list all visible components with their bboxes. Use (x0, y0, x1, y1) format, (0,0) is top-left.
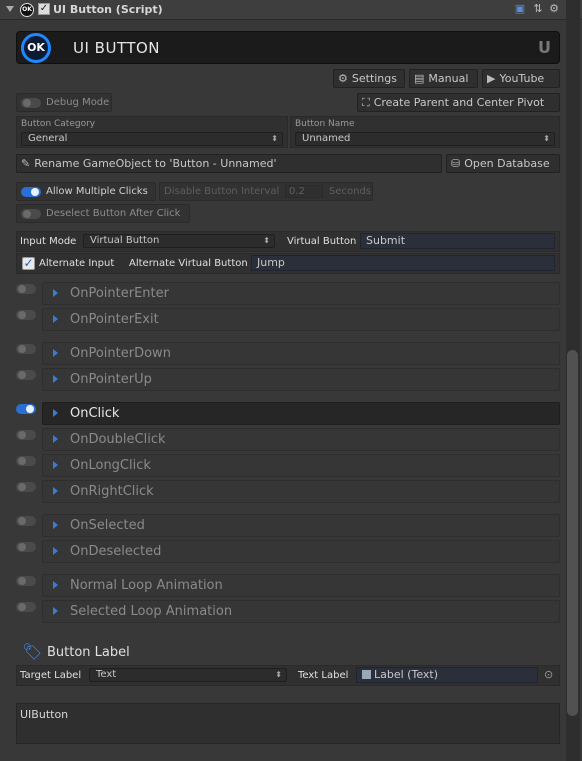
event-selected-loop-animation[interactable]: Selected Loop Animation (42, 600, 560, 623)
event-toggle[interactable] (16, 456, 37, 468)
foldout-arrow-icon (53, 521, 58, 529)
disable-interval-input[interactable]: 0.2 (285, 185, 323, 198)
gear-icon[interactable]: ⚙ (548, 3, 560, 15)
component-title: UI Button (Script) (53, 3, 163, 16)
alternate-virtual-button-input[interactable]: Jump (251, 255, 555, 271)
text-label-object-field[interactable]: Label (Text) (356, 667, 538, 683)
event-onpointerdown[interactable]: OnPointerDown (42, 342, 560, 365)
foldout-arrow-icon (53, 487, 58, 495)
foldout-arrow-icon (53, 547, 58, 555)
youtube-button[interactable]: ▶ YouTube (482, 69, 560, 88)
database-icon: ⛁ (451, 157, 461, 170)
doozy-logo-icon: ᑌ (538, 38, 551, 57)
foldout-arrow-icon (53, 409, 58, 417)
help-book-icon[interactable]: ▣ (514, 3, 526, 15)
event-toggle[interactable] (16, 516, 37, 528)
input-mode-dropdown[interactable]: Virtual Button ⬍ (83, 234, 275, 248)
open-database-button[interactable]: ⛁ Open Database (446, 154, 560, 173)
foldout-arrow-icon (53, 349, 58, 357)
event-onpointerup[interactable]: OnPointerUp (42, 368, 560, 391)
object-picker-icon[interactable]: ⊙ (544, 668, 553, 681)
event-toggle[interactable] (16, 310, 37, 322)
edit-pencil-icon: ✎ (21, 157, 31, 170)
foldout-arrow-icon (53, 289, 58, 297)
youtube-play-icon: ▶ (487, 72, 496, 85)
event-toggle-onclick[interactable] (16, 404, 37, 416)
dropdown-arrow-icon: ⬍ (275, 670, 282, 679)
event-onpointerenter[interactable]: OnPointerEnter (42, 282, 560, 305)
deselect-switch[interactable] (21, 209, 41, 219)
dropdown-arrow-icon: ⬍ (263, 236, 270, 245)
multiple-clicks-switch[interactable] (21, 187, 41, 197)
virtual-button-input[interactable]: Submit (360, 233, 555, 249)
disable-interval-row: Disable Button Interval 0.2 Seconds (159, 182, 373, 201)
event-ondeselected[interactable]: OnDeselected (42, 540, 560, 563)
debug-toggle-switch[interactable] (21, 98, 41, 108)
event-normal-loop-animation[interactable]: Normal Loop Animation (42, 574, 560, 597)
event-toggle[interactable] (16, 482, 37, 494)
foldout-arrow-icon[interactable] (6, 6, 14, 12)
manual-book-icon: ▤ (414, 72, 425, 85)
event-onclick[interactable]: OnClick (42, 402, 560, 425)
button-name-dropdown[interactable]: Unnamed ⬍ (295, 132, 555, 146)
rename-gameobject-button[interactable]: ✎ Rename GameObject to 'Button - Unnamed' (16, 154, 442, 173)
alternate-input-row: ✓ Alternate Input Alternate Virtual Butt… (16, 253, 560, 274)
ok-logo-icon: OK (20, 3, 34, 17)
input-mode-row: Input Mode Virtual Button ⬍ Virtual Butto… (16, 231, 560, 252)
center-pivot-icon: ⛶ (362, 96, 370, 109)
target-label-dropdown[interactable]: Text ⬍ (89, 668, 287, 682)
button-name-panel: Button Name Unnamed ⬍ (290, 116, 560, 148)
settings-button[interactable]: ⚙ Settings (333, 69, 405, 88)
allow-multiple-clicks-toggle[interactable]: Allow Multiple Clicks (16, 182, 156, 201)
banner-title: UI BUTTON (73, 39, 161, 57)
alternate-input-checkbox[interactable]: ✓ (22, 257, 35, 270)
event-toggle[interactable] (16, 576, 37, 588)
foldout-arrow-icon (53, 375, 58, 383)
manual-button[interactable]: ▤ Manual (409, 69, 478, 88)
event-onlongclick[interactable]: OnLongClick (42, 454, 560, 477)
event-onrightclick[interactable]: OnRightClick (42, 480, 560, 503)
deselect-after-click-toggle[interactable]: Deselect Button After Click (16, 204, 190, 223)
label-text-area[interactable]: UIButton (16, 703, 560, 744)
button-label-row: Target Label Text ⬍ Text Label Label (Tex… (16, 665, 560, 686)
ok-badge-icon: OK (21, 33, 51, 63)
foldout-arrow-icon (53, 461, 58, 469)
event-onselected[interactable]: OnSelected (42, 514, 560, 537)
component-enabled-checkbox[interactable]: ✓ (38, 3, 50, 15)
event-toggle[interactable] (16, 284, 37, 296)
event-toggle[interactable] (16, 344, 37, 356)
event-ondoubleclick[interactable]: OnDoubleClick (42, 428, 560, 451)
foldout-arrow-icon (53, 607, 58, 615)
foldout-arrow-icon (53, 435, 58, 443)
foldout-arrow-icon (53, 581, 58, 589)
event-onpointerexit[interactable]: OnPointerExit (42, 308, 560, 331)
debug-mode-toggle[interactable]: Debug Mode (16, 93, 112, 112)
event-toggle[interactable] (16, 430, 37, 442)
component-header: OK ✓ UI Button (Script) ▣ ⇅ ⚙ (0, 0, 582, 20)
text-component-icon (362, 670, 371, 679)
scrollbar[interactable] (566, 0, 580, 761)
gear-icon: ⚙ (338, 72, 348, 85)
event-toggle[interactable] (16, 370, 37, 382)
button-category-panel: Button Category General ⬍ (16, 116, 288, 148)
preset-sliders-icon[interactable]: ⇅ (532, 3, 544, 15)
scrollbar-thumb[interactable] (567, 350, 578, 716)
button-label-heading: Button Label (47, 645, 130, 660)
dropdown-arrow-icon: ⬍ (543, 134, 550, 143)
label-tag-icon: 🏷 (22, 642, 43, 661)
event-toggle[interactable] (16, 602, 37, 614)
event-toggle[interactable] (16, 542, 37, 554)
title-banner: OK UI BUTTON ᑌ (16, 31, 560, 64)
button-category-dropdown[interactable]: General ⬍ (21, 132, 283, 146)
dropdown-arrow-icon: ⬍ (271, 134, 278, 143)
create-parent-button[interactable]: ⛶ Create Parent and Center Pivot (357, 93, 560, 112)
foldout-arrow-icon (53, 315, 58, 323)
